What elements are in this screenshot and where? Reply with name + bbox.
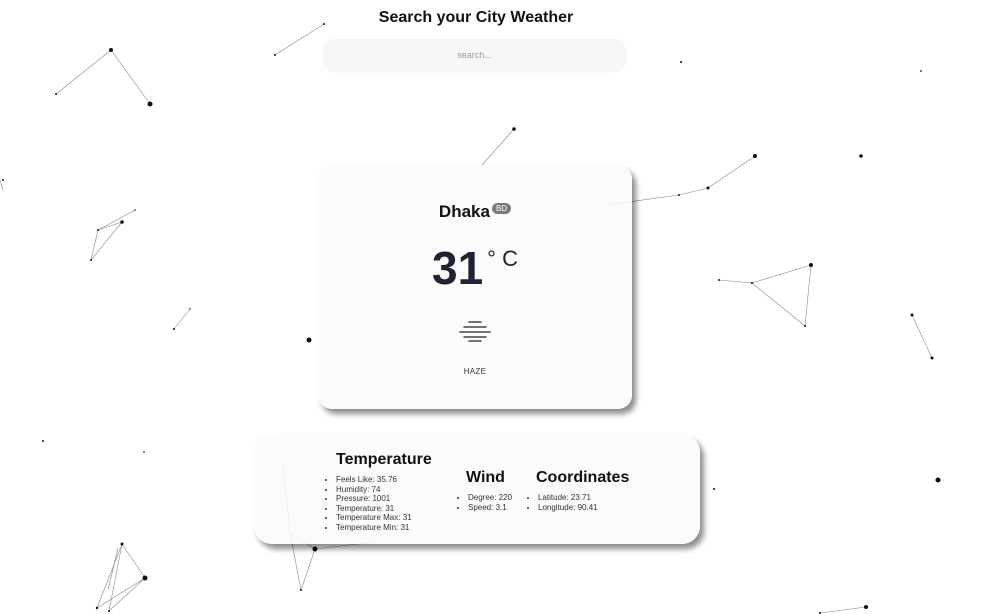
page-title: Search your City Weather [378, 9, 574, 26]
list-item: Longitude: 90.41 [538, 503, 629, 513]
list-item: Temperature: 31 [336, 504, 432, 514]
list-item: Humidity: 74 [336, 485, 432, 495]
condition-label: HAZE [463, 367, 487, 376]
list-item: Pressure: 1001 [336, 494, 432, 504]
details-card: Temperature Feels Like: 35.76 Humidity: … [254, 434, 700, 544]
city-name: Dhaka [438, 202, 490, 221]
country-badge: BD [491, 203, 512, 214]
coordinates-section-title: Coordinates [536, 469, 630, 486]
haze-icon [459, 321, 491, 342]
wind-list: Degree: 220 Speed: 3.1 [458, 493, 512, 512]
temperature-section: Temperature Feels Like: 35.76 Humidity: … [336, 451, 432, 533]
list-item: Latitude: 23.71 [538, 493, 629, 503]
temperature-display: 31 ° C [318, 241, 632, 295]
coordinates-list: Latitude: 23.71 Longitude: 90.41 [528, 493, 629, 512]
temperature-list: Feels Like: 35.76 Humidity: 74 Pressure:… [326, 475, 432, 533]
wind-section: Wind Degree: 220 Speed: 3.1 [466, 469, 512, 512]
search-input[interactable] [323, 39, 626, 71]
city-row: Dhaka BD [318, 202, 632, 222]
list-item: Temperature Max: 31 [336, 513, 432, 523]
list-item: Speed: 3.1 [468, 503, 512, 513]
temperature-value: 31 [432, 242, 484, 294]
weather-card: Dhaka BD 31 ° C HAZE [318, 165, 632, 409]
temperature-section-title: Temperature [336, 451, 432, 468]
wind-section-title: Wind [466, 469, 505, 486]
coordinates-section: Coordinates Latitude: 23.71 Longitude: 9… [536, 469, 629, 512]
list-item: Temperature Min: 31 [336, 523, 432, 533]
list-item: Feels Like: 35.76 [336, 475, 432, 485]
temperature-unit: ° C [487, 246, 518, 271]
list-item: Degree: 220 [468, 493, 512, 503]
